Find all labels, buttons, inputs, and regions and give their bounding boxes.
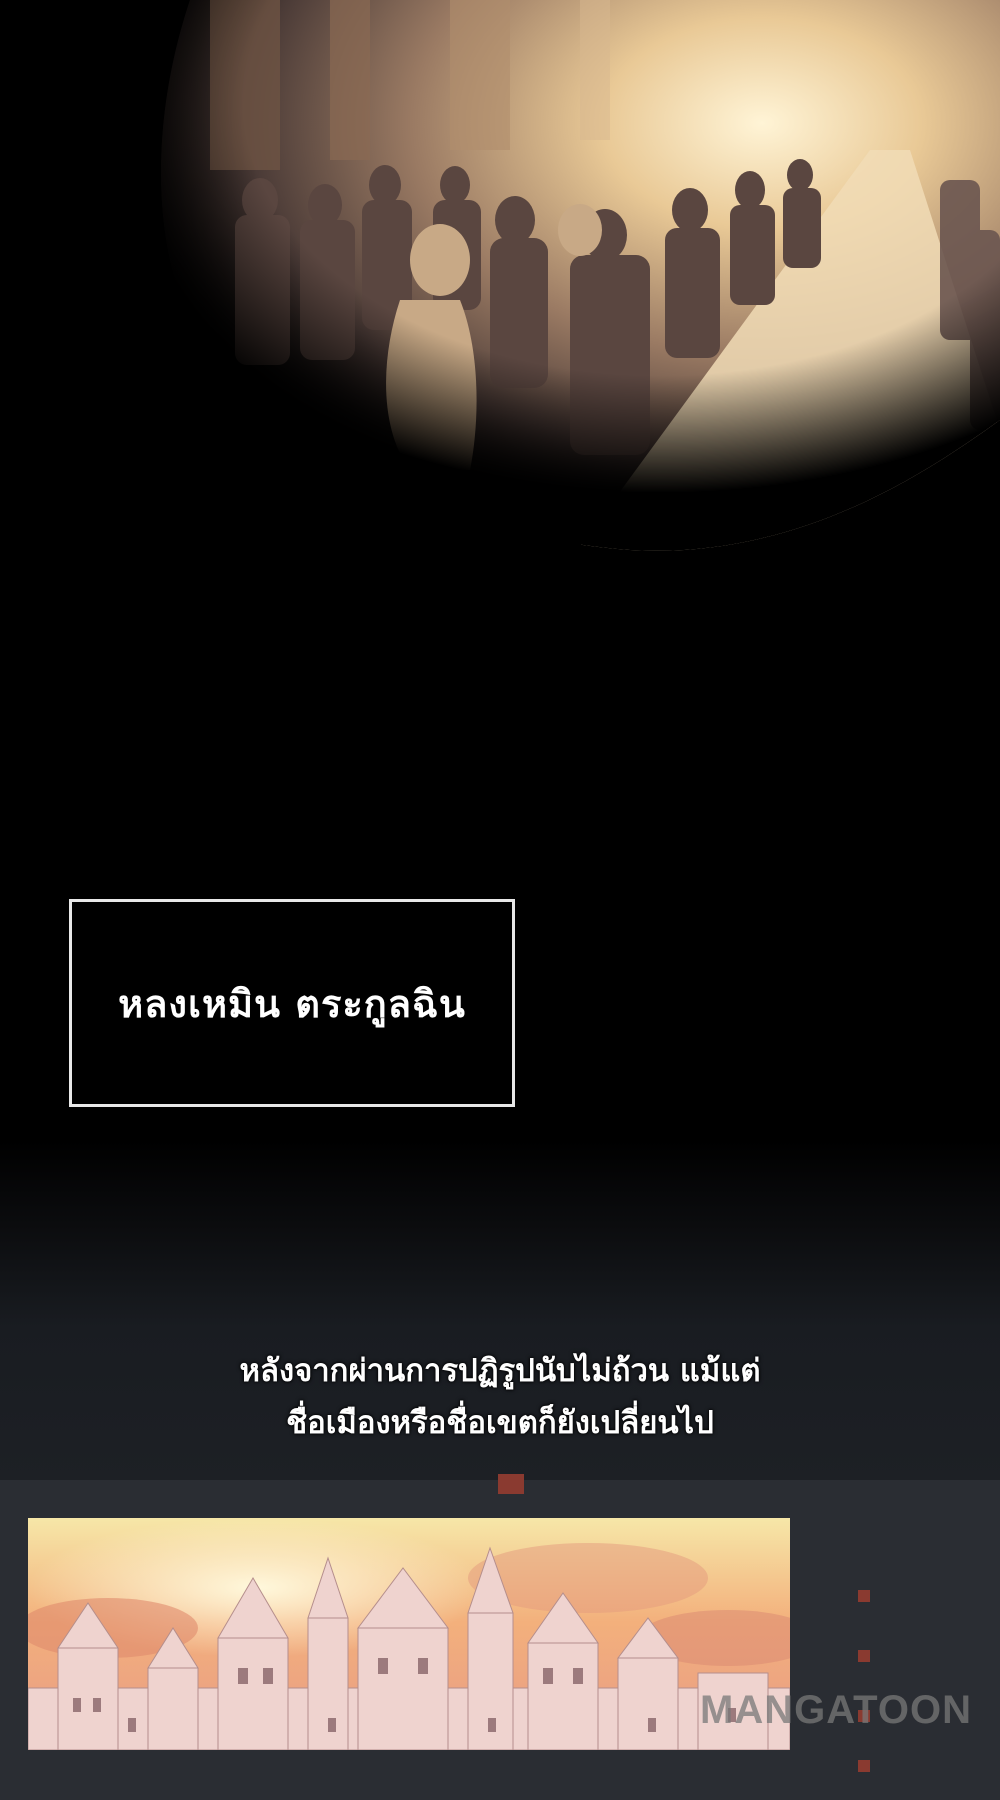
watermark-logo: MANGATOON (700, 1688, 972, 1732)
castle-illustration (28, 1518, 790, 1750)
title-caption-box: หลงเหมิน ตระกูลฉิน (69, 899, 515, 1107)
decorative-mark (858, 1760, 870, 1772)
decorative-mark (498, 1474, 524, 1494)
narration-line-2: ชื่อเมืองหรือชื่อเขตก็ยังเปลี่ยนไป (286, 1405, 714, 1441)
decorative-mark (858, 1590, 870, 1602)
decorative-mark (858, 1650, 870, 1662)
narration-text: หลังจากผ่านการปฏิรูปนับไม่ถ้วน แม้แต่ ชื… (0, 1345, 1000, 1449)
narration-line-1: หลังจากผ่านการปฏิรูปนับไม่ถ้วน แม้แต่ (239, 1353, 761, 1389)
title-caption: หลงเหมิน ตระกูลฉิน (118, 981, 466, 1026)
banquet-hall-illustration (150, 0, 1000, 560)
